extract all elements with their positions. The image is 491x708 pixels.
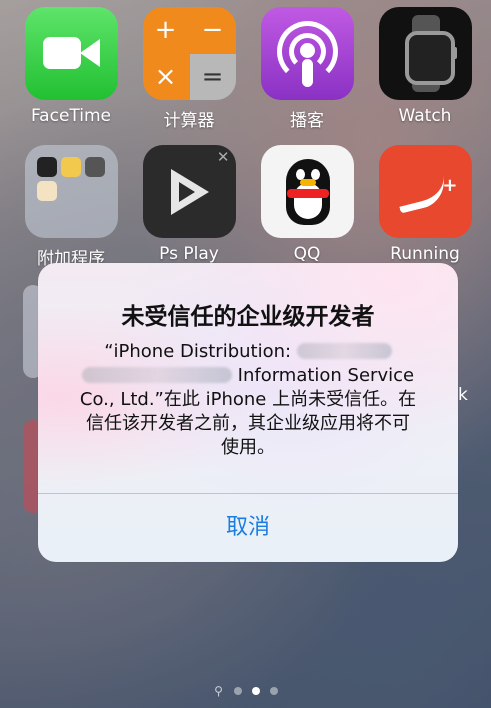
alert-message: “iPhone Distribution: Information Servic… <box>58 340 438 460</box>
nike-running-icon: + <box>378 145 472 238</box>
app-label-qq: QQ <box>293 244 321 264</box>
app-label-watch: Watch <box>398 106 452 126</box>
redacted-text <box>81 367 232 383</box>
app-podcasts[interactable]: 播客 <box>259 7 355 131</box>
page-dot <box>234 687 242 695</box>
podcasts-icon <box>260 7 354 100</box>
page-dot <box>270 687 278 695</box>
ps-play-icon: ✕ <box>142 145 236 238</box>
alert-message-line2: Information Service <box>237 365 415 386</box>
watch-icon <box>378 7 472 100</box>
search-icon: ⚲ <box>214 684 223 698</box>
alert-message-line4: 信任该开发者之前，其企业级应用将不可 <box>86 413 410 434</box>
app-folder-extras[interactable]: 附加程序 <box>23 145 119 269</box>
alert-message-line1: “iPhone Distribution: <box>104 341 292 362</box>
qq-penguin-icon <box>260 145 354 238</box>
calculator-icon: + − × = <box>142 7 236 100</box>
app-label-facetime: FaceTime <box>30 106 112 126</box>
app-facetime[interactable]: FaceTime <box>23 7 119 126</box>
app-watch[interactable]: Watch <box>377 7 473 126</box>
app-label-calculator: 计算器 <box>163 111 215 131</box>
page-indicator[interactable]: ⚲ <box>0 684 491 698</box>
alert-message-line5: 使用。 <box>221 437 275 458</box>
partial-app-label: k <box>458 385 468 405</box>
app-label-running: Running <box>390 244 460 264</box>
app-qq[interactable]: QQ <box>259 145 355 264</box>
alert-title: 未受信任的企业级开发者 <box>121 304 375 330</box>
cancel-button[interactable]: 取消 <box>38 494 458 562</box>
app-label-podcasts: 播客 <box>290 111 324 131</box>
redacted-text <box>296 343 392 359</box>
folder-icon <box>24 145 118 238</box>
app-label-ps-play: Ps Play <box>159 244 219 264</box>
app-calculator[interactable]: + − × = 计算器 <box>141 7 237 131</box>
facetime-icon <box>24 7 118 100</box>
alert-message-line3: Co., Ltd.”在此 iPhone 上尚未受信任。在 <box>79 389 417 410</box>
untrusted-developer-alert: 未受信任的企业级开发者 “iPhone Distribution: Inform… <box>38 263 458 562</box>
app-running[interactable]: + Running <box>377 145 473 264</box>
page-dot-current <box>252 687 260 695</box>
app-ps-play[interactable]: ✕ Ps Play <box>141 145 237 264</box>
close-icon: ✕ <box>216 148 230 166</box>
